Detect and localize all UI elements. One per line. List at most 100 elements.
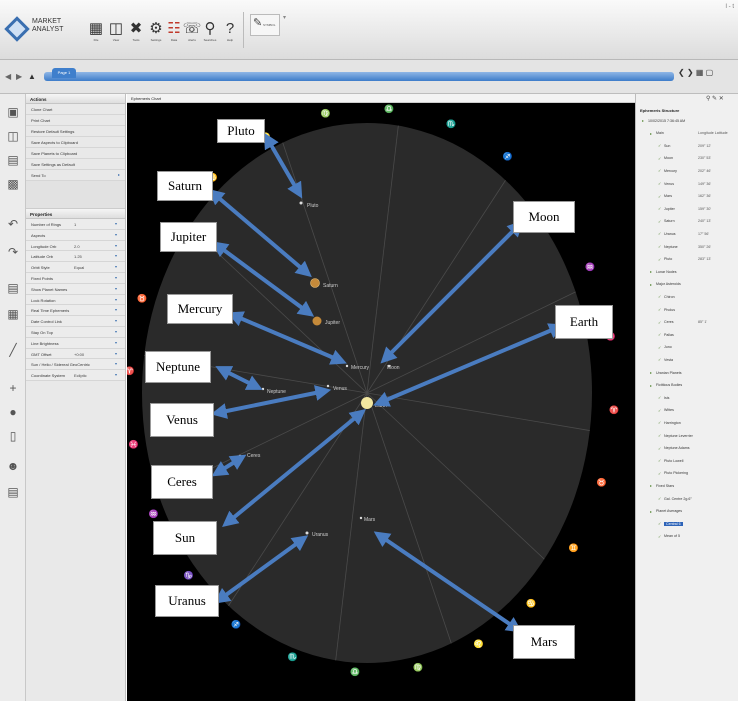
property-control-icon[interactable]: ▾ xyxy=(115,297,120,302)
expand-icon[interactable]: ▸ xyxy=(650,370,652,375)
action-clone-chart[interactable]: Clone Chart xyxy=(26,104,125,115)
property-control-icon[interactable]: ▾ xyxy=(115,318,120,323)
property-row[interactable]: Line Brightness ▾ xyxy=(26,337,125,349)
forward-arrow-icon[interactable]: ▶ xyxy=(16,72,22,81)
property-control-icon[interactable]: ▾ xyxy=(115,307,120,312)
check-icon[interactable]: ✓ xyxy=(658,471,661,476)
check-icon[interactable]: ✓ xyxy=(658,458,661,463)
tree-item[interactable]: ✓ Pholus xyxy=(636,305,738,314)
user-icon[interactable]: ☻ xyxy=(6,458,20,474)
expand-icon[interactable]: ▸ xyxy=(642,118,644,123)
check-icon[interactable]: ✓ xyxy=(658,357,661,362)
check-icon[interactable]: ✓ xyxy=(658,231,661,236)
check-icon[interactable]: ✓ xyxy=(658,257,661,262)
expand-icon[interactable]: ▸ xyxy=(650,269,652,274)
tree-item[interactable]: ✓ Pluto Lowell xyxy=(636,456,738,465)
bookmark-icon[interactable]: ▦ xyxy=(6,306,20,322)
window-controls[interactable]: I - t xyxy=(725,4,734,10)
property-control-icon[interactable]: ▾ xyxy=(115,243,120,248)
tree-item[interactable]: ✓ Pluto Pickering xyxy=(636,469,738,478)
searches-button[interactable]: ⚲ Searches xyxy=(200,20,220,44)
property-row[interactable]: Real Time Ephemeris ▾ xyxy=(26,305,125,317)
tab-scroll-icons[interactable]: ❮ ❯ ▦ ▢ xyxy=(678,68,713,77)
property-row[interactable]: Date Control Link ▾ xyxy=(26,316,125,327)
layers-icon[interactable]: ◫ xyxy=(6,128,20,144)
expand-icon[interactable]: ▸ xyxy=(650,383,652,388)
tree-item[interactable]: ✓ Juno xyxy=(636,343,738,352)
tree-item[interactable]: ✓ Isis xyxy=(636,393,738,402)
action-print-chart[interactable]: Print Chart xyxy=(26,115,125,126)
property-value[interactable]: 2.0 xyxy=(74,244,80,249)
tools-button[interactable]: ✖ Tools xyxy=(126,20,146,44)
tree-item[interactable]: ✓ Neptune Leverrier xyxy=(636,431,738,440)
tree-item[interactable]: ✓ Moon 230° 53' xyxy=(636,154,738,163)
property-control-icon[interactable]: ▾ xyxy=(115,351,120,356)
pin-icon[interactable]: ▲ xyxy=(28,72,36,81)
check-icon[interactable]: ✓ xyxy=(658,534,661,539)
property-row[interactable]: Aspects ▾ xyxy=(26,229,125,241)
property-row[interactable]: Latitude Orb 1.25 ▾ xyxy=(26,251,125,263)
file-button[interactable]: ▦ File xyxy=(86,20,106,44)
property-control-icon[interactable]: ▾ xyxy=(115,253,120,258)
panel-tools-icons[interactable]: ⚲ ✎ ✕ xyxy=(706,95,724,102)
check-icon[interactable]: ✓ xyxy=(658,521,661,526)
expand-icon[interactable]: ▸ xyxy=(650,483,652,488)
property-control-icon[interactable]: ▾ xyxy=(115,221,120,226)
property-value[interactable]: Ecliptic xyxy=(74,373,87,378)
property-row[interactable]: Sun / Helio / Sidereal GeoCentric ▾ xyxy=(26,359,125,371)
help-button[interactable]: ? Help xyxy=(220,20,240,44)
trash-icon[interactable]: ▯ xyxy=(6,428,20,444)
back-arrow-icon[interactable]: ◀ xyxy=(5,72,11,81)
check-icon[interactable]: ✓ xyxy=(658,294,661,299)
tree-item[interactable]: ✓ Vesta xyxy=(636,355,738,364)
action-save-planets[interactable]: Save Planets to Clipboard xyxy=(26,148,125,159)
redo-icon[interactable]: ↷ xyxy=(6,244,20,260)
property-control-icon[interactable]: ▾ xyxy=(115,361,120,366)
tree-item[interactable]: ✓ Mean of 5 xyxy=(636,532,738,541)
notes-icon[interactable]: ▤ xyxy=(6,484,20,500)
tree-item[interactable]: ▸ Lunar Nodes xyxy=(636,267,738,276)
check-icon[interactable]: ✓ xyxy=(658,156,661,161)
property-value[interactable]: 1 xyxy=(74,222,76,227)
check-icon[interactable]: ✓ xyxy=(658,446,661,451)
check-icon[interactable]: ✓ xyxy=(658,420,661,425)
tab-page-1[interactable]: Page 1 xyxy=(52,68,76,78)
alerts-button[interactable]: ☏ Alerts xyxy=(182,20,202,44)
property-value[interactable]: 1.25 xyxy=(74,254,82,259)
tree-item[interactable]: ▸ Fictitious Bodies xyxy=(636,381,738,390)
chart-icon[interactable]: ▣ xyxy=(6,104,20,120)
tree-item[interactable]: ✓ Gal. Centre 2g.6° xyxy=(636,494,738,503)
property-control-icon[interactable]: ▾ xyxy=(115,232,120,237)
check-icon[interactable]: ✓ xyxy=(658,181,661,186)
draw-line-icon[interactable]: ╱ xyxy=(6,342,20,358)
expand-icon[interactable]: ▸ xyxy=(650,282,652,287)
tree-item[interactable]: ✓ Harrington xyxy=(636,418,738,427)
settings-button[interactable]: ⚙ Settings xyxy=(146,20,166,44)
check-icon[interactable]: ✓ xyxy=(658,307,661,312)
tree-item[interactable]: ✓ Mercury 202° 46' xyxy=(636,166,738,175)
check-icon[interactable]: ✓ xyxy=(658,320,661,325)
property-row[interactable]: GMT Offset +0:00 ▾ xyxy=(26,348,125,360)
tree-item[interactable]: ✓ Venus 149° 36' xyxy=(636,179,738,188)
check-icon[interactable]: ✓ xyxy=(658,433,661,438)
check-icon[interactable]: ✓ xyxy=(658,168,661,173)
tree-item[interactable]: ▸ Major Asteroids xyxy=(636,280,738,289)
check-icon[interactable]: ✓ xyxy=(658,332,661,337)
expand-icon[interactable]: ▸ xyxy=(650,509,652,514)
tree-item[interactable]: ✓ Mars 162° 36' xyxy=(636,192,738,201)
property-row[interactable]: Stay On Top ▾ xyxy=(26,326,125,338)
property-control-icon[interactable]: ▾ xyxy=(115,286,120,291)
check-icon[interactable]: ✓ xyxy=(658,408,661,413)
property-control-icon[interactable]: ▾ xyxy=(115,275,120,280)
property-control-icon[interactable]: ▾ xyxy=(115,372,120,377)
add-icon[interactable]: + xyxy=(6,380,20,396)
undo-icon[interactable]: ↶ xyxy=(6,216,20,232)
tree-item[interactable]: ✓ Saturn 240° 13' xyxy=(636,217,738,226)
tree-item[interactable]: ✓ Ceres 85° 1' xyxy=(636,318,738,327)
check-icon[interactable]: ✓ xyxy=(658,194,661,199)
print-icon[interactable]: ▩ xyxy=(6,176,20,192)
symbol-box[interactable]: ✎ SYMBOL xyxy=(250,14,280,36)
property-row[interactable]: Orbit Style Equal ▾ xyxy=(26,262,125,273)
tree-item[interactable]: ✓ Neptune Adams xyxy=(636,444,738,453)
tree-item[interactable]: ▸ Main Longitude Latitude xyxy=(636,129,738,138)
